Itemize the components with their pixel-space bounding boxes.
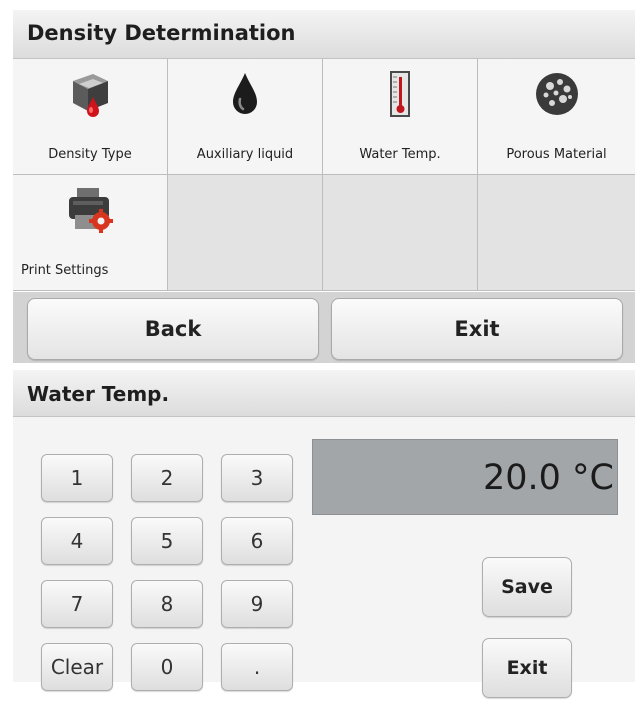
menu-item-density-type[interactable]: Density Type [13,59,167,174]
clear-key[interactable]: Clear [41,643,113,691]
menu-item-label: Density Type [48,147,132,162]
empty-cell [478,175,635,290]
empty-cell [323,175,477,290]
keypad-title-bar: Water Temp. [13,370,635,417]
printer-gear-icon [69,188,113,233]
display-value: 20.0 °C [483,458,614,498]
decimal-key[interactable]: . [221,643,293,691]
exit-button[interactable]: Exit [331,298,623,360]
menu-item-label: Auxiliary liquid [196,147,294,162]
key-4[interactable]: 4 [41,517,113,565]
empty-cell [168,175,322,290]
key-3[interactable]: 3 [221,454,293,502]
key-5[interactable]: 5 [131,517,203,565]
menu-grid: Density Type Auxiliary liquid Water Temp… [13,59,635,291]
thermometer-icon [390,71,410,117]
key-2[interactable]: 2 [131,454,203,502]
key-6[interactable]: 6 [221,517,293,565]
menu-button-row: Back Exit [13,292,635,363]
save-button[interactable]: Save [482,557,572,617]
back-button[interactable]: Back [27,298,319,360]
density-cube-icon [73,74,108,117]
menu-item-label: Water Temp. [359,147,441,162]
water-temp-panel: Water Temp. 1 2 3 4 5 6 7 8 9 Clear 0 . … [13,370,635,698]
key-1[interactable]: 1 [41,454,113,502]
key-0[interactable]: 0 [131,643,203,691]
menu-item-print-settings[interactable]: Print Settings [13,175,167,290]
value-display: 20.0 °C [312,439,618,515]
menu-item-water-temp[interactable]: Water Temp. [323,59,477,174]
menu-title: Density Determination [27,21,296,45]
keypad-exit-button[interactable]: Exit [482,638,572,698]
menu-title-bar: Density Determination [13,10,635,59]
key-7[interactable]: 7 [41,580,113,628]
menu-item-label: Porous Material [506,147,607,162]
keypad-title: Water Temp. [27,382,170,406]
menu-item-label: Print Settings [21,263,109,278]
key-8[interactable]: 8 [131,580,203,628]
liquid-drop-icon [233,73,257,114]
key-9[interactable]: 9 [221,580,293,628]
density-menu-panel: Density Determination Density Type Auxil… [13,10,635,363]
menu-item-auxiliary-liquid[interactable]: Auxiliary liquid [168,59,322,174]
menu-item-porous-material[interactable]: Porous Material [478,59,635,174]
porous-ball-icon [535,73,578,115]
